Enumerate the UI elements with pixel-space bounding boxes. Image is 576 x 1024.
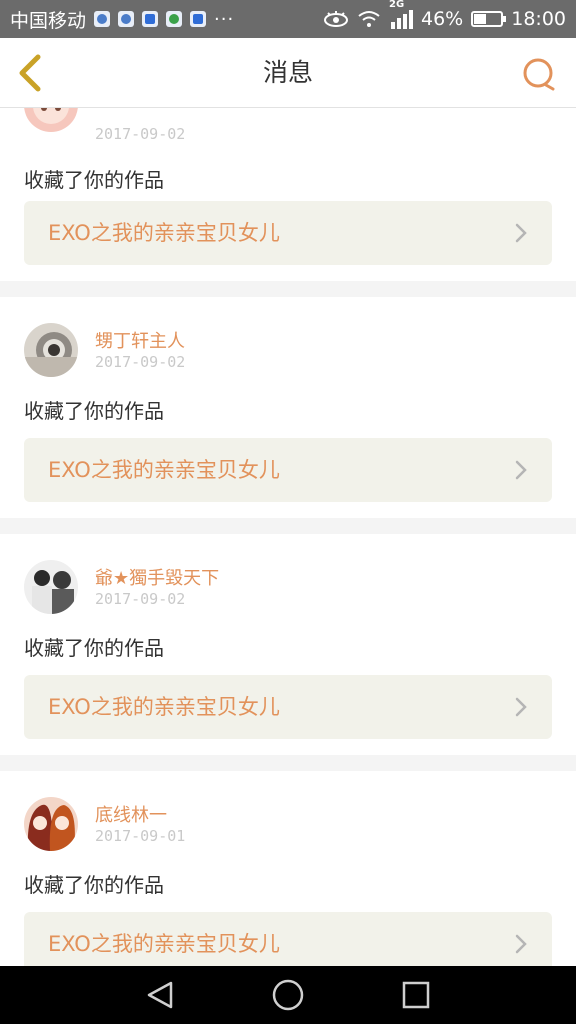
search-icon [523,58,555,91]
avatar[interactable] [24,108,78,132]
back-triangle-icon [147,981,173,1009]
user-name[interactable]: 甥丁轩主人 [95,327,185,353]
battery-level [474,14,487,24]
search-button[interactable] [522,57,556,91]
status-bar: 中国移动 ··· 2G 46% 18:00 [0,0,576,38]
network-type: 2G [389,0,405,10]
message-card: 2017-09-02 收藏了你的作品 EXO之我的亲亲宝贝女儿 [0,108,576,281]
avatar[interactable] [24,560,78,614]
work-title: EXO之我的亲亲宝贝女儿 [48,695,280,719]
message-action: 收藏了你的作品 [24,168,164,192]
carrier-label: 中国移动 [10,9,87,32]
user-name[interactable]: 底线林一 [95,801,167,827]
wifi-icon [357,10,381,28]
work-title: EXO之我的亲亲宝贝女儿 [48,458,280,482]
work-link[interactable]: EXO之我的亲亲宝贝女儿 [24,912,552,966]
battery-icon [471,11,507,27]
message-card: 甥丁轩主人 2017-09-02 收藏了你的作品 EXO之我的亲亲宝贝女儿 [0,297,576,518]
navigation-bar [0,966,576,1024]
chevron-right-icon [515,460,527,480]
message-list[interactable]: 2017-09-02 收藏了你的作品 EXO之我的亲亲宝贝女儿 甥丁轩主人 20… [0,108,576,966]
nav-recents-button[interactable] [399,978,433,1012]
message-date: 2017-09-01 [95,827,186,845]
nav-back-button[interactable] [143,978,177,1012]
battery-percent: 46% [421,8,464,30]
avatar[interactable] [24,797,78,851]
browser-icon [118,11,135,27]
recents-square-icon [402,981,430,1009]
status-left: 中国移动 ··· [10,6,234,33]
signal-icon: 2G [389,0,413,29]
message-action: 收藏了你的作品 [24,636,164,660]
message-card: 爺★獨手毀天下 2017-09-02 收藏了你的作品 EXO之我的亲亲宝贝女儿 [0,534,576,755]
message-action: 收藏了你的作品 [24,399,164,423]
chevron-right-icon [515,697,527,717]
app-header: 消息 [0,38,576,108]
message-action: 收藏了你的作品 [24,873,164,897]
avatar[interactable] [24,323,78,377]
work-link[interactable]: EXO之我的亲亲宝贝女儿 [24,675,552,739]
work-title: EXO之我的亲亲宝贝女儿 [48,221,280,245]
mail-icon [142,11,159,27]
work-link[interactable]: EXO之我的亲亲宝贝女儿 [24,201,552,265]
clock: 18:00 [511,8,566,30]
eye-icon [323,10,349,28]
message-date: 2017-09-02 [95,125,186,143]
page-title: 消息 [262,58,313,87]
message-date: 2017-09-02 [95,353,186,371]
user-name[interactable]: 爺★獨手毀天下 [95,564,219,590]
chevron-right-icon [515,223,527,243]
work-link[interactable]: EXO之我的亲亲宝贝女儿 [24,438,552,502]
nav-home-button[interactable] [271,978,305,1012]
status-right: 2G 46% 18:00 [323,0,566,30]
home-circle-icon [272,979,304,1011]
qq-icon [94,11,111,27]
chevron-right-icon [515,934,527,954]
message-card: 底线林一 2017-09-01 收藏了你的作品 EXO之我的亲亲宝贝女儿 [0,771,576,966]
message-date: 2017-09-02 [95,590,186,608]
more-notifications: ··· [214,8,235,30]
mail-icon [190,11,207,27]
work-title: EXO之我的亲亲宝贝女儿 [48,932,280,956]
wechat-icon [166,11,183,27]
